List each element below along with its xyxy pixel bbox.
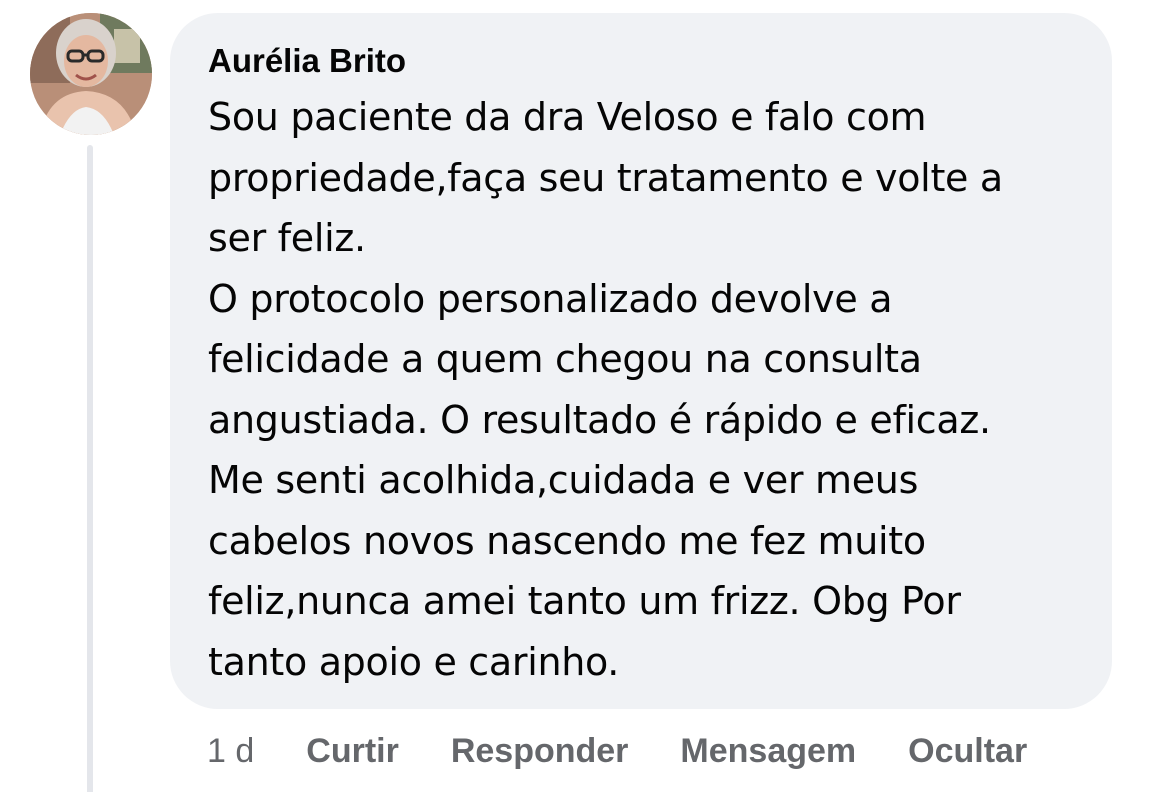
reply-button[interactable]: Responder (451, 732, 629, 771)
comment-text-line: angustiada. O resultado é rápido e efica… (208, 397, 991, 442)
comment-text-line: Me senti acolhida,cuidada e ver meus (208, 458, 919, 502)
comment-bubble: Aurélia Brito Sou paciente da dra Veloso… (170, 13, 1112, 709)
hide-button[interactable]: Ocultar (908, 732, 1027, 771)
message-button[interactable]: Mensagem (680, 732, 856, 771)
comment-text-line: cabelos novos nascendo me fez muito (208, 518, 926, 563)
comment-text-line: felicidade a quem chegou na consulta (208, 337, 922, 381)
comment-author[interactable]: Aurélia Brito (208, 41, 1082, 81)
comment-timestamp[interactable]: 1 d (207, 732, 254, 771)
avatar-photo (30, 13, 152, 135)
comment-text-line: tanto apoio e carinho. (208, 639, 620, 684)
reply-thread-line (87, 145, 93, 792)
avatar[interactable] (30, 13, 152, 135)
comment-text-line: propriedade,faça seu tratamento e volte … (208, 155, 1003, 200)
comment-text-line: feliz,nunca amei tanto um frizz. Obg Por (208, 579, 961, 623)
comment-text: Sou paciente da dra Veloso e falo com pr… (208, 87, 1082, 692)
comment-text-line: O protocolo personalizado devolve a (208, 276, 893, 321)
comment-text-line: Sou paciente da dra Veloso e falo com (208, 95, 927, 139)
comment-container: Aurélia Brito Sou paciente da dra Veloso… (0, 0, 1170, 792)
comment-actions: 1 d Curtir Responder Mensagem Ocultar (207, 726, 1027, 776)
like-button[interactable]: Curtir (306, 732, 399, 771)
comment-text-line: ser feliz. (208, 216, 366, 260)
